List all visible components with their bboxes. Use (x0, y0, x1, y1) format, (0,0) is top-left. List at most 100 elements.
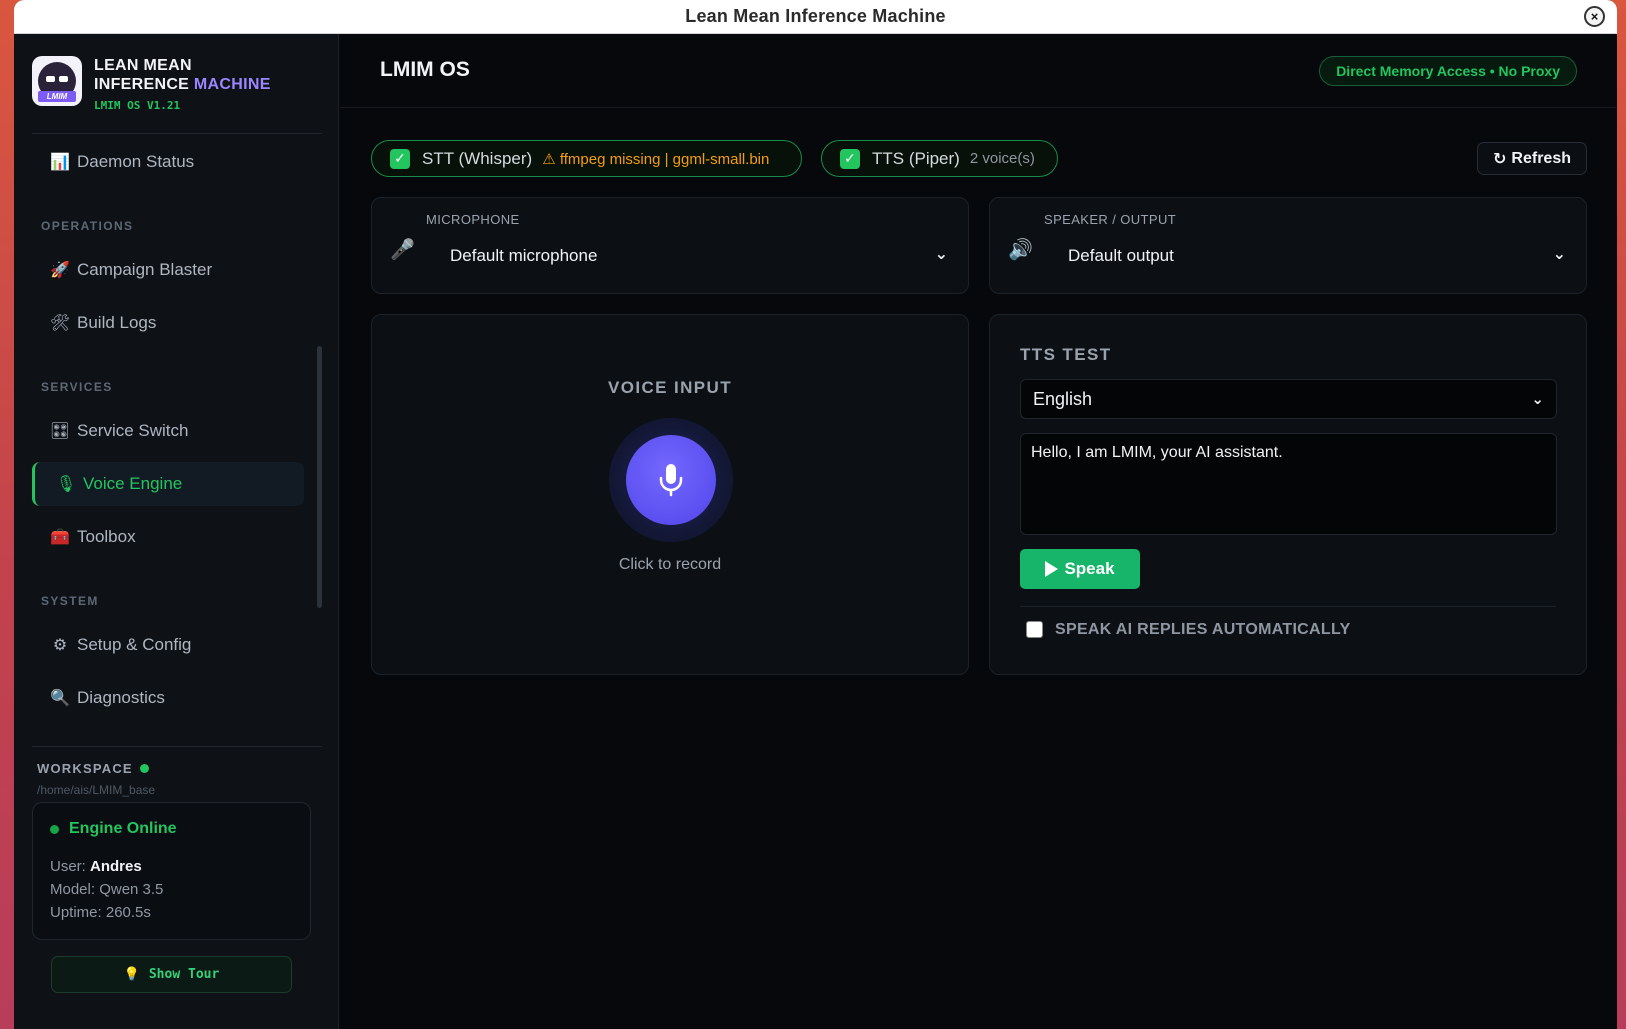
microphone-card: 🎤 MICROPHONE Default microphone ⌄ (371, 197, 969, 294)
sidebar: LMIM LEAN MEAN INFERENCE MACHINE LMIM OS… (14, 34, 339, 1029)
refresh-label: Refresh (1511, 149, 1571, 167)
main-content: LMIM OS Direct Memory Access • No Proxy … (340, 34, 1617, 1029)
warning-icon: ⚠ (542, 150, 556, 168)
sidebar-item-daemon-status[interactable]: 📊 Daemon Status (32, 140, 304, 184)
divider (1020, 606, 1556, 607)
chevron-down-icon[interactable]: ⌄ (935, 244, 948, 264)
record-caption: Click to record (618, 556, 722, 573)
play-icon (1045, 561, 1059, 577)
engine-user: User: Andres (50, 858, 142, 875)
sidebar-item-setup-config[interactable]: ⚙ Setup & Config (32, 623, 304, 667)
tts-text-input[interactable]: Hello, I am LMIM, your AI assistant. (1020, 433, 1557, 535)
stt-label: STT (Whisper) (422, 148, 533, 168)
workspace-label-text: WORKSPACE (37, 761, 133, 776)
brand-line-1: LEAN MEAN (94, 57, 192, 74)
tools-icon: 🛠 (49, 315, 71, 332)
engine-status: Engine Online (50, 820, 177, 838)
sidebar-item-label: Diagnostics (77, 688, 165, 707)
rocket-icon: 🚀 (50, 262, 70, 279)
brand-line-2: INFERENCE MACHINE (94, 75, 271, 94)
logo-text: LMIM (38, 91, 76, 102)
sidebar-item-toolbox[interactable]: 🧰 Toolbox (32, 515, 304, 559)
speaker-label: SPEAKER / OUTPUT (1044, 212, 1177, 227)
language-select[interactable]: English ⌄ (1020, 379, 1557, 419)
chevron-down-icon[interactable]: ⌄ (1553, 244, 1566, 264)
sidebar-item-label: Campaign Blaster (77, 260, 213, 279)
nav-section-system: SYSTEM (41, 594, 99, 608)
sidebar-nav: 📊 Daemon Status OPERATIONS 🚀 Campaign Bl… (14, 134, 324, 736)
sidebar-item-label: Service Switch (77, 421, 189, 440)
check-icon: ✓ (390, 148, 410, 169)
show-tour-label: Show Tour (148, 967, 220, 982)
magnifier-icon: 🔍 (50, 690, 70, 707)
speaker-icon: 🔊 (1008, 239, 1033, 261)
engine-status-text: Engine Online (69, 820, 177, 837)
refresh-icon: ↻ (1493, 150, 1507, 168)
window-title: Lean Mean Inference Machine (685, 6, 946, 26)
speak-button[interactable]: Speak (1020, 549, 1140, 589)
sidebar-scrollbar[interactable] (317, 346, 322, 608)
microphone-icon (659, 464, 683, 497)
close-icon[interactable]: × (1584, 6, 1605, 27)
mic-icon: 🎙 (55, 476, 77, 493)
app-window: Lean Mean Inference Machine × LMIM LEAN … (14, 0, 1617, 1029)
title-bar: Lean Mean Inference Machine × (14, 0, 1617, 34)
engine-status-card: Engine Online User: Andres Model: Qwen 3… (32, 802, 311, 940)
status-badge: Direct Memory Access • No Proxy (1319, 56, 1577, 86)
speak-auto-checkbox[interactable] (1026, 621, 1043, 638)
tts-label: TTS (Piper) (872, 148, 960, 168)
language-select-value: English (1033, 388, 1093, 409)
nav-section-services: SERVICES (41, 380, 113, 394)
tts-test-title: TTS TEST (1020, 345, 1112, 364)
sidebar-item-service-switch[interactable]: 🎛 Service Switch (32, 409, 304, 453)
sidebar-item-label: Toolbox (77, 527, 136, 546)
tts-voice-count: 2 voice(s) (969, 150, 1035, 167)
stt-status-pill: ✓ STT (Whisper) ⚠ ffmpeg missing | ggml-… (371, 140, 802, 177)
top-bar: LMIM OS Direct Memory Access • No Proxy (340, 34, 1617, 108)
sidebar-item-label: Daemon Status (77, 152, 195, 171)
check-icon: ✓ (840, 148, 860, 169)
sidebar-item-campaign-blaster[interactable]: 🚀 Campaign Blaster (32, 248, 304, 292)
switch-icon: 🎛 (49, 423, 71, 440)
engine-user-name: Andres (90, 858, 142, 875)
brand[interactable]: LMIM LEAN MEAN INFERENCE MACHINE LMIM OS… (32, 56, 271, 112)
brand-version: LMIM OS V1.21 (94, 99, 181, 112)
speaker-card: 🔊 SPEAKER / OUTPUT Default output ⌄ (989, 197, 1587, 294)
workspace-label: WORKSPACE (37, 761, 149, 776)
gear-icon: ⚙ (52, 637, 68, 654)
microphone-label: MICROPHONE (426, 212, 520, 227)
brand-line-2-main: INFERENCE (94, 76, 190, 93)
engine-uptime: Uptime: 260.5s (50, 904, 151, 921)
page-title: LMIM OS (380, 58, 470, 81)
lightbulb-icon: 💡 (123, 967, 140, 982)
workspace-status-dot (139, 764, 149, 773)
sidebar-item-build-logs[interactable]: 🛠 Build Logs (32, 301, 304, 345)
toolbox-icon: 🧰 (50, 529, 70, 546)
nav-section-operations: OPERATIONS (41, 219, 134, 233)
speak-label: Speak (1064, 559, 1115, 578)
sidebar-item-label: Voice Engine (83, 474, 183, 493)
tts-test-card: TTS TEST English ⌄ Hello, I am LMIM, you… (989, 314, 1587, 675)
record-button[interactable] (626, 435, 716, 525)
sidebar-item-label: Setup & Config (77, 635, 192, 654)
status-dot-icon (50, 824, 59, 834)
sidebar-item-label: Build Logs (77, 313, 157, 332)
engine-user-label: User: (50, 858, 86, 875)
voice-input-card: VOICE INPUT Click to record (371, 314, 969, 675)
brand-line-2-accent: MACHINE (193, 76, 271, 93)
refresh-button[interactable]: ↻ Refresh (1477, 142, 1587, 175)
speaker-select[interactable]: Default output (1068, 246, 1174, 266)
chart-icon: 📊 (50, 154, 70, 171)
sidebar-item-diagnostics[interactable]: 🔍 Diagnostics (32, 676, 304, 720)
tts-status-pill: ✓ TTS (Piper) 2 voice(s) (821, 140, 1058, 177)
stt-warning: ⚠ ffmpeg missing | ggml-small.bin (542, 150, 769, 168)
workspace-path: /home/ais/LMIM_base (37, 783, 156, 797)
microphone-select[interactable]: Default microphone (450, 246, 597, 266)
logo: LMIM (32, 56, 82, 106)
voice-input-title: VOICE INPUT (607, 378, 733, 397)
sidebar-item-voice-engine[interactable]: 🎙 Voice Engine (32, 462, 304, 506)
chevron-down-icon: ⌄ (1531, 391, 1544, 408)
show-tour-button[interactable]: 💡 Show Tour (51, 956, 292, 993)
speak-auto-label: SPEAK AI REPLIES AUTOMATICALLY (1055, 621, 1351, 638)
engine-model: Model: Qwen 3.5 (50, 881, 164, 898)
